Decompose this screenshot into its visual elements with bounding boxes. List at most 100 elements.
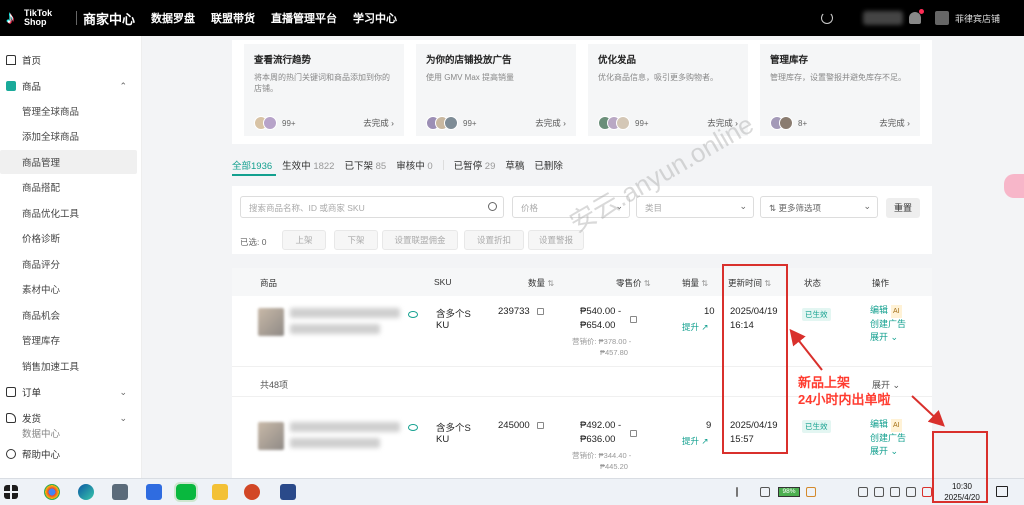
price-value: ₱492.00 - (580, 420, 622, 431)
card-go-complete-link[interactable]: 去完成 › (707, 117, 738, 129)
preview-eye-icon[interactable] (408, 424, 418, 431)
wechat-icon[interactable] (174, 482, 198, 502)
network-icon[interactable] (874, 487, 884, 497)
top-navigation-bar: TikTok Shop 商家中心 数据罗盘 联盟带货 直播管理平台 学习中心 菲… (0, 0, 1024, 36)
ai-badge[interactable]: AI (891, 419, 902, 432)
sidebar-item-sales-accelerator[interactable]: 销售加速工具 (0, 354, 137, 378)
nav-learning-center[interactable]: 学习中心 (353, 10, 397, 26)
volume-icon[interactable] (906, 487, 916, 497)
edit-link[interactable]: 编辑 (870, 305, 888, 315)
search-input[interactable]: 搜索商品名称、ID 或商家 SKU (240, 196, 504, 218)
product-image[interactable] (258, 308, 284, 336)
tab-draft[interactable]: 草稿 (505, 158, 524, 172)
file-explorer-icon[interactable] (212, 484, 228, 500)
calculator-icon[interactable] (112, 484, 128, 500)
sidebar-item-product-bundles[interactable]: 商品搭配 (0, 175, 137, 199)
nav-affiliate[interactable]: 联盟带货 (211, 10, 255, 26)
card-title: 查看流行趋势 (254, 55, 312, 66)
tab-all[interactable]: 全部1936 (232, 158, 272, 172)
edit-link[interactable]: 编辑 (870, 419, 888, 429)
nav-data-compass[interactable]: 数据罗盘 (151, 10, 195, 26)
sidebar-item-partial[interactable]: 数据中心 (0, 428, 137, 438)
card-go-complete-link[interactable]: 去完成 › (879, 117, 910, 129)
search-icon[interactable] (488, 202, 497, 211)
notification-center-icon[interactable] (996, 486, 1008, 497)
tiktok-shop-logo[interactable]: TikTok Shop (0, 9, 76, 27)
more-filters-select[interactable]: ⇅ 更多筛选项 ⌄ (760, 196, 878, 218)
tab-reviewing[interactable]: 审核中 0 (396, 158, 432, 172)
edit-quantity-icon[interactable] (537, 422, 544, 429)
refresh-icon[interactable] (820, 12, 833, 24)
edit-price-icon[interactable] (630, 430, 637, 437)
tab-deactivated[interactable]: 已下架 85 (344, 158, 386, 172)
chevron-up-icon: ⌃ (119, 80, 127, 91)
header-quantity[interactable]: 数量 ⇅ (528, 277, 554, 289)
edit-price-icon[interactable] (630, 316, 637, 323)
quantity-value: 239733 (498, 306, 530, 317)
shop-avatar[interactable] (934, 11, 949, 25)
preview-eye-icon[interactable] (408, 311, 418, 318)
price-select[interactable]: 价格 ⌄ (512, 196, 630, 218)
card-go-complete-link[interactable]: 去完成 › (363, 117, 394, 129)
header-sales[interactable]: 销量 ⇅ (682, 277, 708, 289)
notification-bell-icon[interactable] (908, 9, 924, 24)
suggestion-card[interactable]: 为你的店铺投放广告 使用 GMV Max 提高销量 99+ 去完成 › (416, 44, 576, 136)
keyboard-icon[interactable] (858, 487, 868, 497)
windows-start-icon[interactable] (4, 485, 18, 499)
sidebar-item-product-rating[interactable]: 商品评分 (0, 252, 137, 276)
tab-paused[interactable]: 已暂停 29 (454, 158, 496, 172)
nav-live-management[interactable]: 直播管理平台 (271, 10, 337, 26)
bulk-alert-button[interactable]: 设置警报 (528, 230, 584, 250)
suggestion-card[interactable]: 优化发品 优化商品信息，吸引更多购物者。 99+ 去完成 › (588, 44, 748, 136)
boost-link[interactable]: 提升 ↗ (682, 435, 709, 447)
sidebar-item-products[interactable]: 商品 ⌃ (0, 74, 137, 98)
battery-indicator[interactable]: 98% (778, 487, 800, 497)
app-icon[interactable] (146, 484, 162, 500)
expand-link[interactable]: 展开 ⌄ (870, 445, 906, 458)
shop-name-menu[interactable]: 菲律宾店铺 (955, 12, 1000, 25)
sidebar: 首页 商品 ⌃ 管理全球商品 添加全球商品 商品管理 商品搭配 商品优化工具 价… (0, 36, 142, 478)
card-go-complete-link[interactable]: 去完成 › (535, 117, 566, 129)
tray-app-icon[interactable] (806, 487, 816, 497)
tray-app-icon[interactable] (760, 487, 770, 497)
category-select[interactable]: 类目 ⌄ (636, 196, 754, 218)
sidebar-item-price-diagnosis[interactable]: 价格诊断 (0, 226, 137, 250)
card-description: 将本周的热门关键词和商品添加到你的店铺。 (254, 73, 390, 93)
sidebar-item-add-global-products[interactable]: 添加全球商品 (0, 124, 137, 148)
sidebar-item-product-management[interactable]: 商品管理 (0, 150, 137, 174)
bluetooth-icon[interactable] (890, 487, 900, 497)
sidebar-item-asset-center[interactable]: 素材中心 (0, 277, 137, 301)
chrome-icon[interactable] (44, 484, 60, 500)
floating-assistant-button[interactable] (1004, 174, 1024, 198)
suggestion-card[interactable]: 查看流行趋势 将本周的热门关键词和商品添加到你的店铺。 99+ 去完成 › (244, 44, 404, 136)
powerpoint-icon[interactable] (244, 484, 260, 500)
boost-link[interactable]: 提升 ↗ (682, 321, 709, 333)
nav-seller-center[interactable]: 商家中心 (83, 9, 135, 28)
header-price[interactable]: 零售价 ⇅ (616, 277, 651, 289)
bulk-activate-button[interactable]: 上架 (282, 230, 326, 250)
sidebar-item-optimization-tools[interactable]: 商品优化工具 (0, 201, 137, 225)
sidebar-item-manage-global-products[interactable]: 管理全球商品 (0, 99, 137, 123)
app-icon-2[interactable] (280, 484, 296, 500)
bulk-affiliate-commission-button[interactable]: 设置联盟佣金 (382, 230, 458, 250)
sidebar-item-home[interactable]: 首页 (0, 48, 137, 72)
bulk-deactivate-button[interactable]: 下架 (334, 230, 378, 250)
tab-active[interactable]: 生效中 1822 (282, 158, 334, 172)
sidebar-item-help[interactable]: 帮助中心 (0, 442, 137, 466)
product-image[interactable] (258, 422, 284, 450)
create-ad-link[interactable]: 创建广告 (870, 318, 906, 331)
sidebar-item-orders[interactable]: 订单 ⌄ (0, 380, 137, 404)
edit-quantity-icon[interactable] (537, 308, 544, 315)
suggestion-card[interactable]: 管理库存 管理库存，设置警报并避免库存不足。 8+ 去完成 › (760, 44, 920, 136)
edge-icon[interactable] (78, 484, 94, 500)
expand-link[interactable]: 展开 ⌄ (870, 331, 906, 344)
ai-badge[interactable]: AI (891, 305, 902, 318)
tray-red-icon[interactable] (922, 487, 932, 497)
bulk-discount-button[interactable]: 设置折扣 (464, 230, 524, 250)
create-ad-link[interactable]: 创建广告 (870, 432, 906, 445)
sidebar-item-product-opportunities[interactable]: 商品机会 (0, 303, 137, 327)
tab-deleted[interactable]: 已删除 (534, 158, 563, 172)
reset-button[interactable]: 重置 (886, 198, 920, 218)
sidebar-item-shipping[interactable]: 发货 ⌄ (0, 406, 137, 430)
sidebar-item-manage-inventory[interactable]: 管理库存 (0, 328, 137, 352)
